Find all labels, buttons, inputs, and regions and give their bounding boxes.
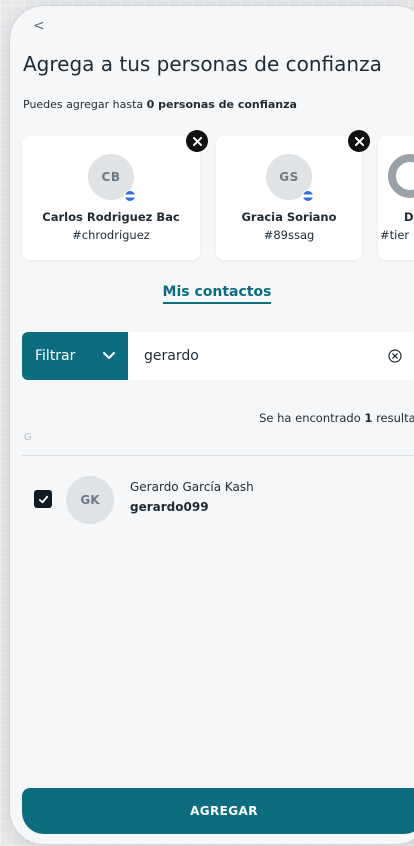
chevron-down-icon (103, 352, 115, 359)
filter-dropdown[interactable]: Filtrar (22, 332, 128, 380)
trusted-name: Gracia Soriano (241, 210, 337, 224)
avatar-initials: CB (101, 170, 121, 184)
avatar: CB (88, 154, 136, 202)
trusted-handle: #89ssag (263, 228, 315, 242)
trusted-card: Da #tier (378, 136, 414, 260)
country-flag-icon (124, 190, 136, 202)
search-bar: Filtrar (22, 332, 414, 380)
my-contacts-label: Mis contactos (162, 284, 272, 304)
add-button[interactable]: AGREGAR (22, 788, 414, 834)
filter-label: Filtrar (35, 348, 76, 364)
avatar-initials: GS (279, 170, 299, 184)
trusted-handle: #tier (380, 228, 410, 242)
trusted-card: CB Carlos Rodriguez Bac #chrodriguez (22, 130, 208, 260)
result-suffix: resultado (376, 411, 414, 425)
section-letter: G (24, 432, 32, 443)
avatar-initials: GK (80, 493, 100, 507)
list-item[interactable]: GK Gerardo García Kash gerardo099 (22, 474, 414, 526)
loading-spinner-icon (388, 154, 414, 198)
contact-name: Gerardo García Kash (130, 480, 254, 494)
my-contacts-link[interactable]: Mis contactos (10, 284, 414, 304)
page-subtitle: Puedes agregar hasta 0 personas de confi… (23, 98, 297, 111)
trusted-name: Carlos Rodriguez Bac (42, 210, 180, 224)
country-flag-icon (302, 190, 314, 202)
page-title: Agrega a tus personas de confianza (23, 52, 382, 76)
trusted-handle: #chrodriguez (72, 228, 150, 242)
contact-username: gerardo099 (130, 500, 209, 514)
search-input[interactable] (144, 332, 374, 380)
close-icon (192, 136, 202, 146)
avatar: GK (66, 476, 114, 524)
remove-trusted-button[interactable] (348, 130, 370, 152)
trusted-card: GS Gracia Soriano #89ssag (216, 130, 370, 260)
divider (22, 455, 414, 456)
result-count: Se ha encontrado 1 resultado (259, 411, 414, 425)
subtitle-text: Puedes agregar hasta (23, 98, 147, 111)
back-icon[interactable]: < (33, 18, 45, 34)
trusted-name: Da (404, 210, 414, 224)
close-icon (354, 136, 364, 146)
phone-screen: < Agrega a tus personas de confianza Pue… (10, 6, 414, 844)
clear-search-icon[interactable] (388, 349, 402, 363)
check-icon (38, 495, 48, 503)
avatar: GS (266, 154, 314, 202)
subtitle-limit: 0 personas de confianza (146, 98, 297, 111)
select-contact-checkbox[interactable] (34, 490, 52, 508)
result-prefix: Se ha encontrado (259, 411, 365, 425)
remove-trusted-button[interactable] (186, 130, 208, 152)
trusted-people-carousel[interactable]: CB Carlos Rodriguez Bac #chrodriguez GS … (22, 130, 414, 262)
